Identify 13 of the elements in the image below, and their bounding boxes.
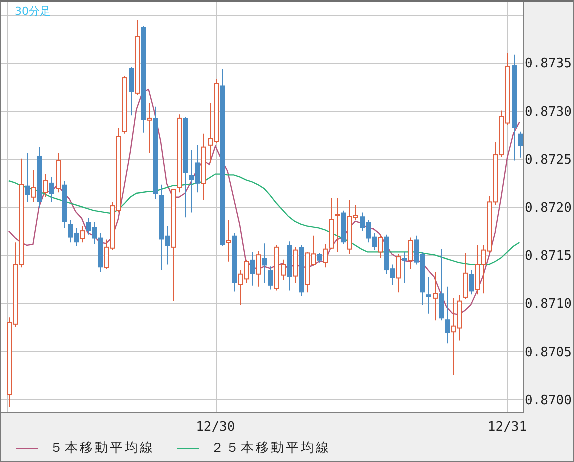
axis-label: 0.8730 bbox=[525, 104, 572, 120]
axis-label: 12/30 bbox=[196, 420, 236, 435]
axis-label: 0.8710 bbox=[525, 297, 572, 312]
legend-label: ２５本移動平均線 bbox=[211, 440, 331, 457]
axis-label: 12/31 bbox=[488, 420, 528, 435]
legend-label: ５本移動平均線 bbox=[50, 440, 155, 457]
axis-label: 0.8715 bbox=[525, 249, 572, 264]
axis-label: 0.8735 bbox=[525, 56, 572, 72]
axis-label: 0.8705 bbox=[525, 345, 572, 360]
axis-label: 0.8700 bbox=[525, 394, 572, 408]
axis-label: 0.8720 bbox=[525, 201, 572, 216]
axis-label: 0.8725 bbox=[525, 152, 572, 168]
timeframe-label: 30分足 bbox=[15, 5, 51, 18]
